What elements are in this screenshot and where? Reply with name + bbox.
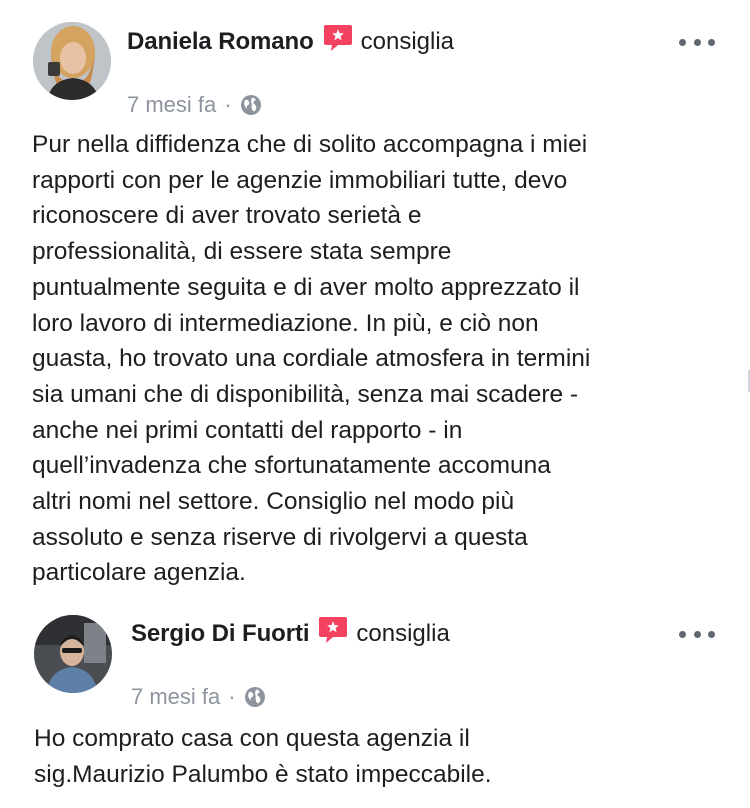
review-text-line: rapporti con per le agenzie immobiliari … (32, 166, 568, 194)
globe-icon (244, 686, 266, 708)
author-avatar[interactable] (34, 615, 112, 693)
more-dot (679, 630, 686, 638)
review-text-line: Pur nella diffidenza che di solito accom… (32, 131, 588, 158)
review-text-line: guasta, ho trovato una cordiale atmosfer… (32, 345, 591, 373)
more-options-icon[interactable] (679, 624, 715, 644)
author-name[interactable]: Sergio Di Fuorti (131, 620, 310, 648)
review-text-line: professionalità, di essere stata sempre (32, 238, 452, 266)
review-card: Daniela Romano consiglia 7 mesi fa · Pur… (0, 0, 750, 600)
post-meta: 7 mesi fa · (127, 90, 262, 120)
timestamp[interactable]: 7 mesi fa (127, 92, 216, 118)
review-text-line: particolare agenzia. (32, 559, 246, 587)
globe-icon (240, 94, 262, 116)
more-options-icon[interactable] (679, 32, 715, 52)
more-dot (708, 630, 715, 638)
recommend-label: consiglia (356, 620, 450, 647)
review-text-line: sig.Maurizio Palumbo è stato impeccabile… (34, 760, 492, 788)
meta-separator: · (224, 92, 232, 117)
author-avatar[interactable] (33, 22, 111, 100)
review-text-line: riconoscere di aver trovato serietà e (32, 202, 422, 230)
recommend-icon (322, 23, 354, 53)
review-text: Ho comprato casa con questa agenzia il s… (34, 721, 734, 792)
recommend-icon (317, 615, 349, 645)
review-text: Pur nella diffidenza che di solito accom… (32, 127, 732, 591)
post-meta: 7 mesi fa · (131, 682, 266, 712)
more-dot (693, 38, 701, 46)
review-text-line: assoluto e senza riserve di rivolgervi a… (32, 523, 528, 551)
review-text-line: puntualmente seguita e di aver molto app… (32, 273, 580, 301)
review-text-line: anche nei primi contatti del rapporto - … (32, 416, 463, 444)
more-dot (679, 38, 686, 46)
review-text-line: sia umani che di disponibilità, senza ma… (32, 380, 579, 408)
timestamp[interactable]: 7 mesi fa (131, 684, 220, 710)
author-name[interactable]: Daniela Romano (127, 28, 314, 56)
review-text-line: altri nomi nel settore. Consiglio nel mo… (32, 488, 515, 516)
author-line: Sergio Di Fuorti consiglia (131, 616, 450, 652)
review-text-line: quell’invadenza che sfortunatamente acco… (32, 452, 551, 480)
more-dot (708, 38, 715, 46)
review-text-line: loro lavoro di intermediazione. In più, … (32, 309, 539, 337)
author-line: Daniela Romano consiglia (127, 24, 454, 60)
review-text-line: Ho comprato casa con questa agenzia il (34, 725, 470, 752)
review-card: Sergio Di Fuorti consiglia 7 mesi fa · H… (0, 600, 750, 808)
more-dot (693, 630, 701, 638)
meta-separator: · (228, 684, 236, 709)
recommend-label: consiglia (360, 28, 455, 55)
